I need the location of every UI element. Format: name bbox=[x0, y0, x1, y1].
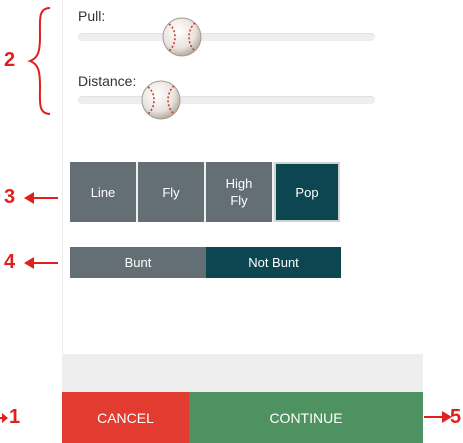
bunt-selector: Bunt Not Bunt bbox=[70, 247, 341, 278]
arrow-right-icon bbox=[424, 411, 452, 423]
arrow-right-icon bbox=[0, 413, 8, 423]
bunt-option[interactable]: Bunt bbox=[70, 247, 206, 278]
not-bunt-option[interactable]: Not Bunt bbox=[206, 247, 341, 278]
arrow-left-icon bbox=[24, 257, 58, 269]
annotation-1: 1 bbox=[9, 406, 21, 428]
right-gutter bbox=[423, 0, 463, 443]
annotation-4: 4 bbox=[4, 251, 16, 273]
cancel-button[interactable]: CANCEL bbox=[62, 392, 189, 443]
brace-icon bbox=[27, 7, 51, 115]
baseball-icon[interactable] bbox=[161, 16, 203, 58]
continue-button[interactable]: CONTINUE bbox=[189, 392, 423, 443]
pull-label: Pull: bbox=[78, 8, 106, 24]
hit-type-high-fly[interactable]: High Fly bbox=[206, 162, 274, 222]
pull-slider-track[interactable] bbox=[78, 33, 375, 41]
hit-type-pop[interactable]: Pop bbox=[274, 162, 340, 222]
footer-spacer bbox=[62, 354, 423, 392]
distance-slider-track[interactable] bbox=[78, 96, 375, 104]
hit-type-line[interactable]: Line bbox=[70, 162, 138, 222]
annotation-5: 5 bbox=[450, 406, 462, 428]
annotation-2: 2 bbox=[4, 49, 16, 71]
baseball-icon[interactable] bbox=[140, 79, 182, 121]
hit-type-selector: Line Fly High Fly Pop bbox=[70, 162, 342, 222]
annotation-3: 3 bbox=[4, 186, 16, 208]
distance-label: Distance: bbox=[78, 73, 137, 89]
hit-type-fly[interactable]: Fly bbox=[138, 162, 206, 222]
arrow-left-icon bbox=[24, 192, 58, 204]
